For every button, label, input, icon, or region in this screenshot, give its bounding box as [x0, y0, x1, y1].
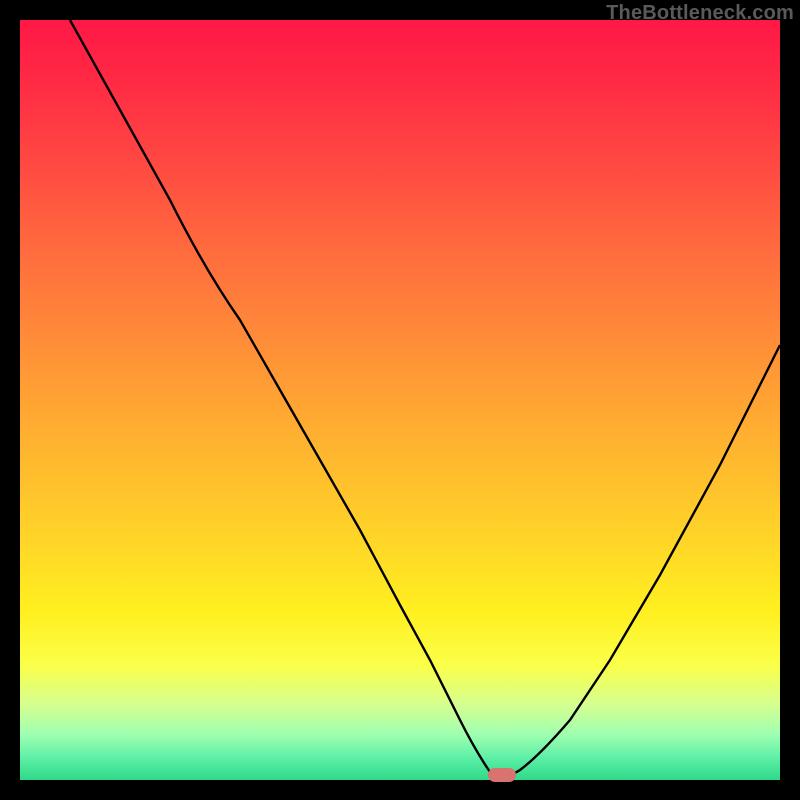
bottleneck-curve: [20, 20, 780, 780]
chart-plot-area: [20, 20, 780, 780]
attribution-text: TheBottleneck.com: [606, 2, 794, 25]
optimal-marker: [488, 768, 516, 782]
chart-frame: TheBottleneck.com: [0, 0, 800, 800]
curve-path: [70, 20, 780, 776]
